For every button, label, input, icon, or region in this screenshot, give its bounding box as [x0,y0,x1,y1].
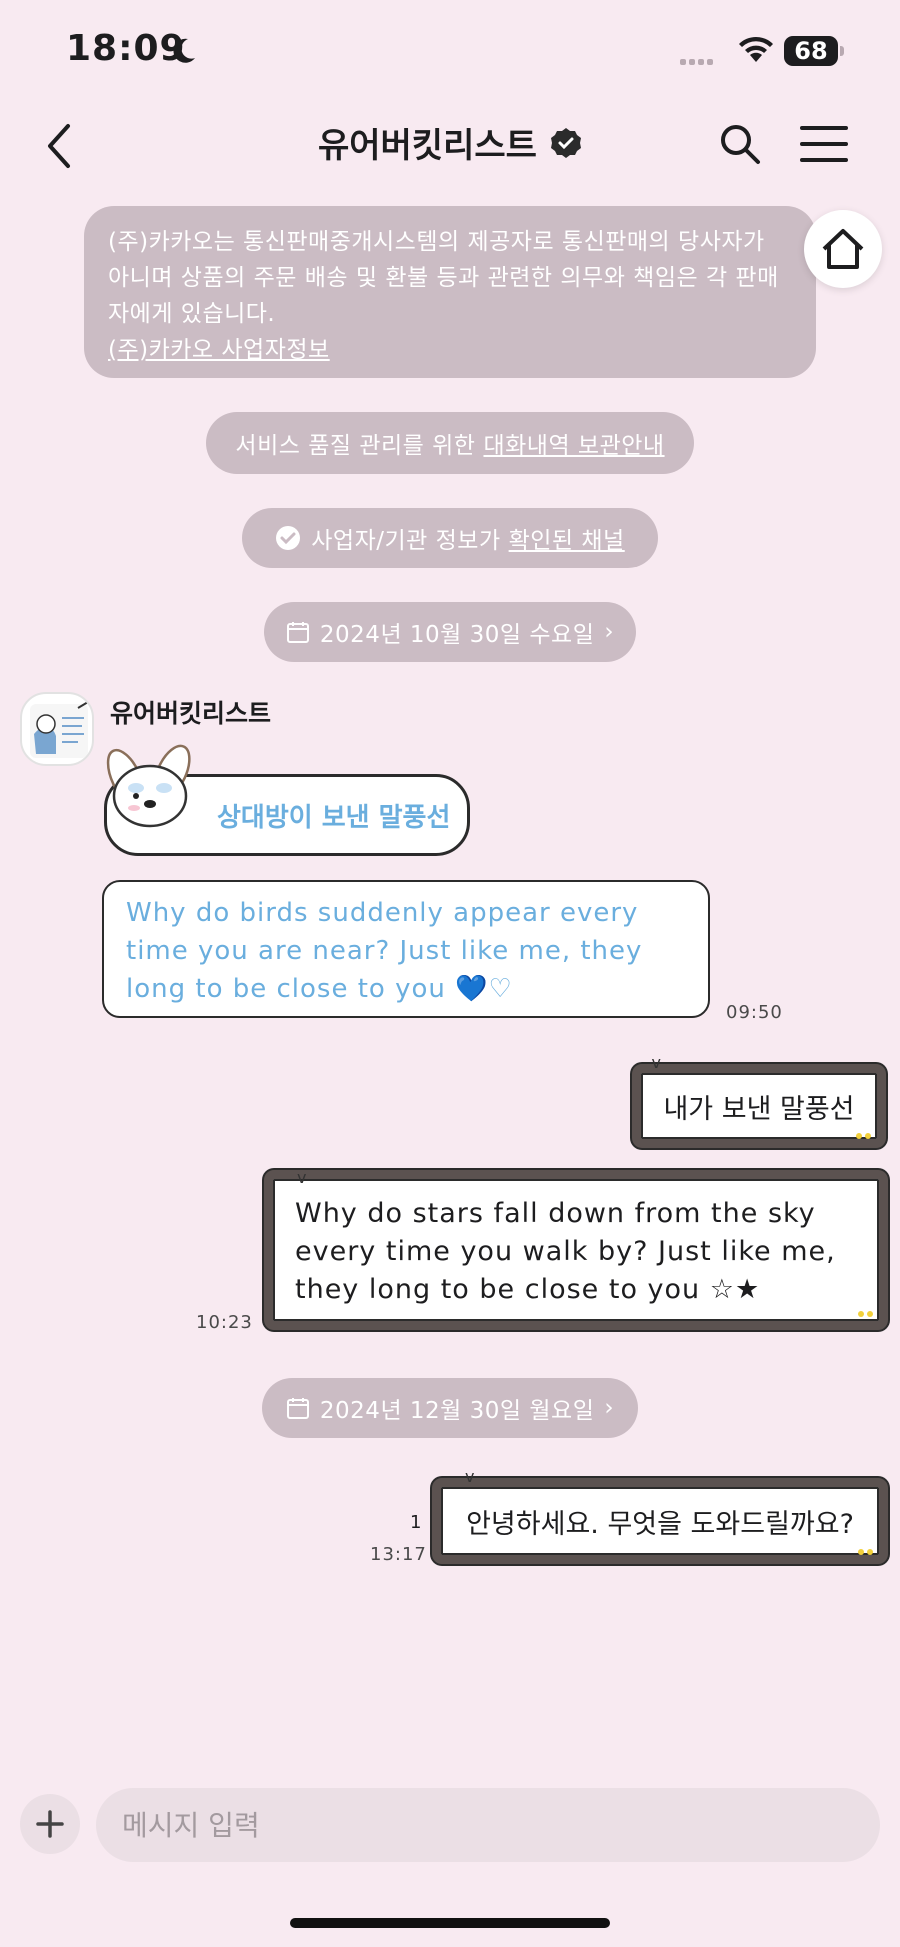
outgoing-message-bubble[interactable]: v Why do stars fall down from the sky ev… [264,1168,888,1330]
battery-tip [840,46,844,56]
verified-notice-text: 사업자/기관 정보가 [311,528,501,554]
cellular-signal-icon [680,50,716,69]
outgoing-message-bubble[interactable]: v 내가 보낸 말풍선 [632,1053,886,1148]
message-time: 09:50 [726,1002,783,1023]
home-button[interactable] [804,210,882,288]
chat-title: 유어버킷리스트 [317,126,537,166]
search-icon[interactable] [718,122,762,166]
sender-avatar[interactable] [20,692,94,766]
verified-channel-pill: 사업자/기관 정보가 확인된 채널 [242,508,658,568]
chat-header: 유어버킷리스트 [0,118,900,167]
outgoing-message-bubble[interactable]: v 안녕하세요. 무엇을 도와드릴까요? [432,1467,888,1564]
home-icon [822,229,864,269]
business-info-link[interactable]: (주)카카오 사업자정보 [108,337,330,363]
menu-icon[interactable] [800,124,848,164]
date-divider[interactable]: 2024년 12월 30일 월요일 › [262,1378,638,1438]
notice-text: (주)카카오는 통신판매중개시스템의 제공자로 통신판매의 당사자가 아니며 상… [108,229,779,327]
moon-icon [173,38,195,63]
unread-count: 1 [410,1512,422,1533]
service-notice-text: 서비스 품질 관리를 위한 [235,433,476,459]
wifi-icon [739,36,773,62]
message-text: 상대방이 보낸 말풍선 [217,802,451,833]
message-input[interactable] [96,1788,880,1862]
verified-icon [551,127,582,158]
plus-icon [36,1810,64,1838]
calendar-icon [286,1398,309,1419]
bunny-sticker [106,744,191,828]
chat-retention-link[interactable]: 대화내역 보관안내 [483,426,664,460]
message-text: Why do birds suddenly appear every time … [126,898,643,1004]
sender-name: 유어버킷리스트 [110,699,272,728]
incoming-message-bubble[interactable]: Why do birds suddenly appear every time … [102,880,710,1018]
calendar-icon [286,622,309,643]
chevron-right-icon: › [604,1395,615,1421]
check-circle-icon [276,526,301,550]
message-text: 안녕하세요. 무엇을 도와드릴까요? [466,1508,854,1540]
commerce-notice: (주)카카오는 통신판매중개시스템의 제공자로 통신판매의 당사자가 아니며 상… [84,206,816,378]
home-indicator [290,1918,610,1928]
message-text: Why do stars fall down from the sky ever… [295,1198,836,1305]
message-time: 10:23 [196,1312,253,1333]
date-label: 2024년 12월 30일 월요일 [319,1398,595,1424]
chevron-right-icon: › [604,619,615,645]
battery-indicator: 68 [784,36,838,66]
message-text: 내가 보낸 말풍선 [663,1093,855,1125]
attach-button[interactable] [20,1794,80,1854]
date-label: 2024년 10월 30일 수요일 [319,622,595,648]
date-divider[interactable]: 2024년 10월 30일 수요일 › [264,602,636,662]
verified-channel-link[interactable]: 확인된 채널 [509,521,625,555]
service-notice-pill: 서비스 품질 관리를 위한 대화내역 보관안내 [206,412,694,474]
message-time: 13:17 [370,1544,427,1565]
